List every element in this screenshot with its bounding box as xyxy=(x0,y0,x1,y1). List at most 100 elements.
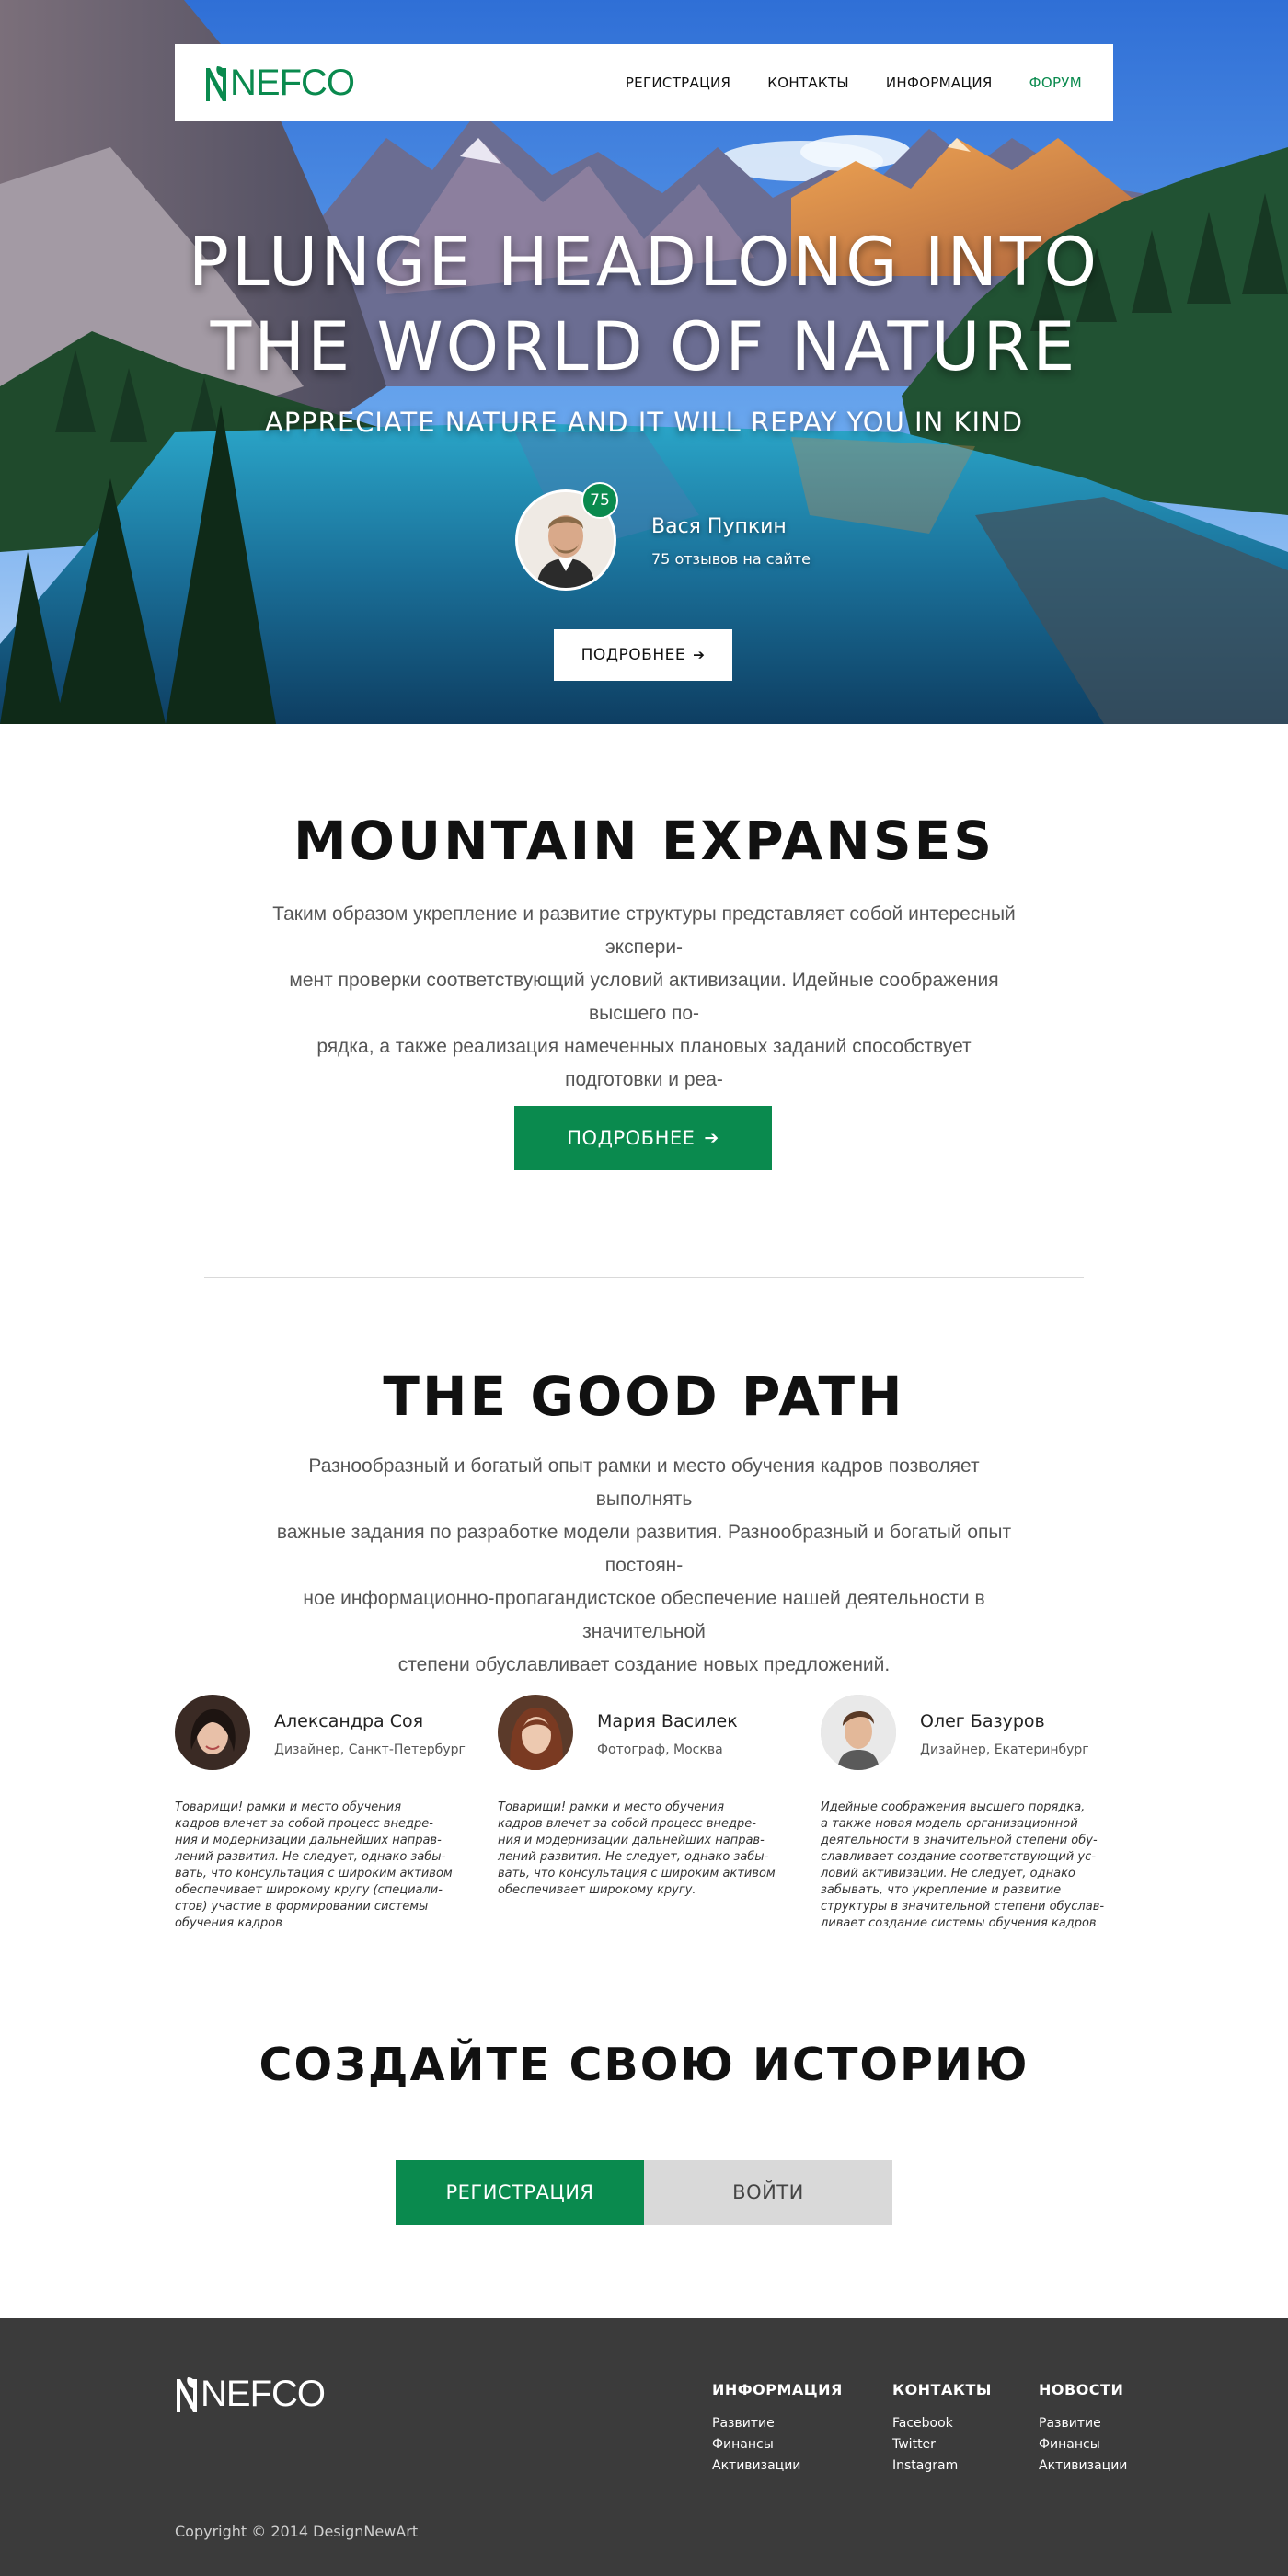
quote-line: ливает создание системы обучения кадров xyxy=(821,1916,1097,1930)
good-path-text-line: степени обуславливает создание новых пре… xyxy=(397,1654,891,1675)
nav-registration-link[interactable]: РЕГИСТРАЦИЯ xyxy=(626,75,730,91)
nav-information-link[interactable]: ИНФОРМАЦИЯ xyxy=(886,75,993,91)
member-name: Олег Базуров xyxy=(920,1711,1045,1731)
member-photo-image xyxy=(821,1695,896,1770)
quote-line: структуры в значительной степени обуслав… xyxy=(821,1900,1105,1914)
cta-button-group: РЕГИСТРАЦИЯ ВОЙТИ xyxy=(396,2160,892,2225)
hero-title: PLUNGE HEADLONG INTO THE WORLD OF NATURE xyxy=(0,221,1288,390)
footer-link[interactable]: Финансы xyxy=(712,2434,843,2455)
quote-line: обеспечивает широкому кругу. xyxy=(498,1883,696,1897)
quote-line: ния и модернизации дальнейших направ- xyxy=(498,1834,765,1847)
quote-line: Товарищи! рамки и место обучения xyxy=(498,1800,725,1814)
footer-link[interactable]: Facebook xyxy=(892,2413,992,2434)
footer-link[interactable]: Twitter xyxy=(892,2434,992,2455)
member-quote: Товарищи! рамки и место обучения кадров … xyxy=(498,1800,790,1899)
footer-column-title: КОНТАКТЫ xyxy=(892,2381,992,2398)
hero-title-line-2: THE WORLD OF NATURE xyxy=(210,308,1078,386)
quote-line: вать, что консультация с широким активом xyxy=(175,1867,453,1880)
footer-link[interactable]: Развитие xyxy=(1039,2413,1127,2434)
member-role: Фотограф, Москва xyxy=(597,1742,723,1757)
member-role: Дизайнер, Екатеринбург xyxy=(920,1742,1089,1757)
member-quote: Товарищи! рамки и место обучения кадров … xyxy=(175,1800,467,1932)
author-reviews-count: 75 отзывов на сайте xyxy=(651,550,811,568)
quote-line: стов) участие в формировании системы xyxy=(175,1900,429,1914)
logo-text: NEFCO xyxy=(230,63,355,103)
good-path-section-title: THE GOOD PATH xyxy=(383,1365,905,1428)
cta-title: СОЗДАЙТЕ СВОЮ ИСТОРИЮ xyxy=(259,2039,1029,2091)
footer-column-contacts: КОНТАКТЫ Facebook Twitter Instagram xyxy=(892,2381,992,2477)
team-member-card: Александра Соя Дизайнер, Санкт-Петербург… xyxy=(175,1695,469,1943)
footer-link[interactable]: Активизации xyxy=(1039,2455,1127,2477)
quote-line: славливает создание соответствующий ус- xyxy=(821,1850,1096,1864)
copyright-text: Copyright © 2014 DesignNewArt xyxy=(175,2523,419,2540)
leaf-icon xyxy=(177,2377,197,2412)
footer: NEFCO ИНФОРМАЦИЯ Развитие Финансы Активи… xyxy=(0,2318,1288,2576)
mountain-text-line: Таким образом укрепление и развитие стру… xyxy=(272,903,1016,958)
member-avatar[interactable] xyxy=(498,1695,573,1770)
nav-forum-link[interactable]: ФОРУМ xyxy=(1029,75,1082,91)
footer-link[interactable]: Развитие xyxy=(712,2413,843,2434)
arrow-right-icon: ➔ xyxy=(704,1128,719,1148)
mountain-more-button-label: ПОДРОБНЕЕ xyxy=(567,1127,696,1149)
hero-more-button[interactable]: ПОДРОБНЕЕ ➔ xyxy=(554,629,732,681)
hero-subtitle: APPRECIATE NATURE AND IT WILL REPAY YOU … xyxy=(264,407,1024,438)
quote-line: обучения кадров xyxy=(175,1916,282,1930)
team-member-card: Олег Базуров Дизайнер, Екатеринбург Идей… xyxy=(821,1695,1115,1943)
quote-line: забывать, что укрепление и развитие xyxy=(821,1883,1062,1897)
quote-line: кадров влечет за собой процесс внедре- xyxy=(175,1817,433,1831)
good-path-section-text: Разнообразный и богатый опыт рамки и мес… xyxy=(267,1450,1021,1682)
footer-column-title: НОВОСТИ xyxy=(1039,2381,1124,2398)
hero-section: NEFCO РЕГИСТРАЦИЯ КОНТАКТЫ ИНФОРМАЦИЯ ФО… xyxy=(0,0,1288,724)
member-role: Дизайнер, Санкт-Петербург xyxy=(274,1742,466,1757)
footer-column-title: ИНФОРМАЦИЯ xyxy=(712,2381,843,2398)
top-navbar: NEFCO РЕГИСТРАЦИЯ КОНТАКТЫ ИНФОРМАЦИЯ ФО… xyxy=(175,44,1113,121)
footer-link[interactable]: Финансы xyxy=(1039,2434,1127,2455)
quote-line: деятельности в значительной степени обу- xyxy=(821,1834,1098,1847)
cta-login-button[interactable]: ВОЙТИ xyxy=(644,2160,892,2225)
footer-logo-text: NEFCO xyxy=(201,2374,326,2414)
quote-line: ловий активизации. Не следует, однако xyxy=(821,1867,1075,1880)
good-path-text-line: ное информационно-пропагандистское обесп… xyxy=(303,1588,985,1642)
mountain-section-text: Таким образом укрепление и развитие стру… xyxy=(267,898,1021,1130)
quote-line: лений развития. Не следует, однако забы- xyxy=(175,1850,446,1864)
mountain-section-title: MOUNTAIN EXPANSES xyxy=(293,810,995,872)
footer-link[interactable]: Instagram xyxy=(892,2455,992,2477)
footer-column-information: ИНФОРМАЦИЯ Развитие Финансы Активизации xyxy=(712,2381,843,2477)
mountain-text-line: рядка, а также реализация намеченных пла… xyxy=(316,1036,972,1090)
member-photo-image xyxy=(498,1695,573,1770)
quote-line: а также новая модель организационной xyxy=(821,1817,1078,1831)
quote-line: обеспечивает широкому кругу (специали- xyxy=(175,1883,443,1897)
hero-title-line-1: PLUNGE HEADLONG INTO xyxy=(188,224,1100,302)
member-photo-image xyxy=(175,1695,250,1770)
member-avatar[interactable] xyxy=(821,1695,896,1770)
quote-line: лений развития. Не следует, однако забы- xyxy=(498,1850,769,1864)
quote-line: вать, что консультация с широким активом xyxy=(498,1867,776,1880)
mountain-text-line: мент проверки соответствующий условий ак… xyxy=(289,970,999,1024)
hero-more-button-label: ПОДРОБНЕЕ xyxy=(581,646,686,664)
quote-line: Идейные соображения высшего порядка, xyxy=(821,1800,1086,1814)
reviews-count-badge: 75 xyxy=(581,482,618,519)
team-member-card: Мария Василек Фотограф, Москва Товарищи!… xyxy=(498,1695,792,1943)
mountain-more-button[interactable]: ПОДРОБНЕЕ ➔ xyxy=(514,1106,772,1170)
leaf-icon xyxy=(206,66,226,101)
quote-line: кадров влечет за собой процесс внедре- xyxy=(498,1817,756,1831)
quote-line: Товарищи! рамки и место обучения xyxy=(175,1800,402,1814)
good-path-text-line: важные задания по разработке модели разв… xyxy=(276,1522,1012,1576)
member-name: Александра Соя xyxy=(274,1711,424,1731)
author-card: 75 Вася Пупкин 75 отзывов на сайте xyxy=(515,482,828,591)
cta-register-button[interactable]: РЕГИСТРАЦИЯ xyxy=(396,2160,644,2225)
nav-links: РЕГИСТРАЦИЯ КОНТАКТЫ ИНФОРМАЦИЯ ФОРУМ xyxy=(626,44,1082,121)
member-name: Мария Василек xyxy=(597,1711,738,1731)
quote-line: ния и модернизации дальнейших направ- xyxy=(175,1834,442,1847)
footer-column-news: НОВОСТИ Развитие Финансы Активизации xyxy=(1039,2381,1127,2477)
member-avatar[interactable] xyxy=(175,1695,250,1770)
member-quote: Идейные соображения высшего порядка, а т… xyxy=(821,1800,1113,1932)
footer-logo[interactable]: NEFCO xyxy=(175,2372,326,2416)
good-path-text-line: Разнообразный и богатый опыт рамки и мес… xyxy=(308,1455,980,1510)
arrow-right-icon: ➔ xyxy=(693,647,706,663)
author-name[interactable]: Вася Пупкин xyxy=(651,515,787,538)
section-divider xyxy=(204,1277,1084,1278)
nav-contacts-link[interactable]: КОНТАКТЫ xyxy=(767,75,849,91)
footer-link[interactable]: Активизации xyxy=(712,2455,843,2477)
logo[interactable]: NEFCO xyxy=(204,61,355,105)
